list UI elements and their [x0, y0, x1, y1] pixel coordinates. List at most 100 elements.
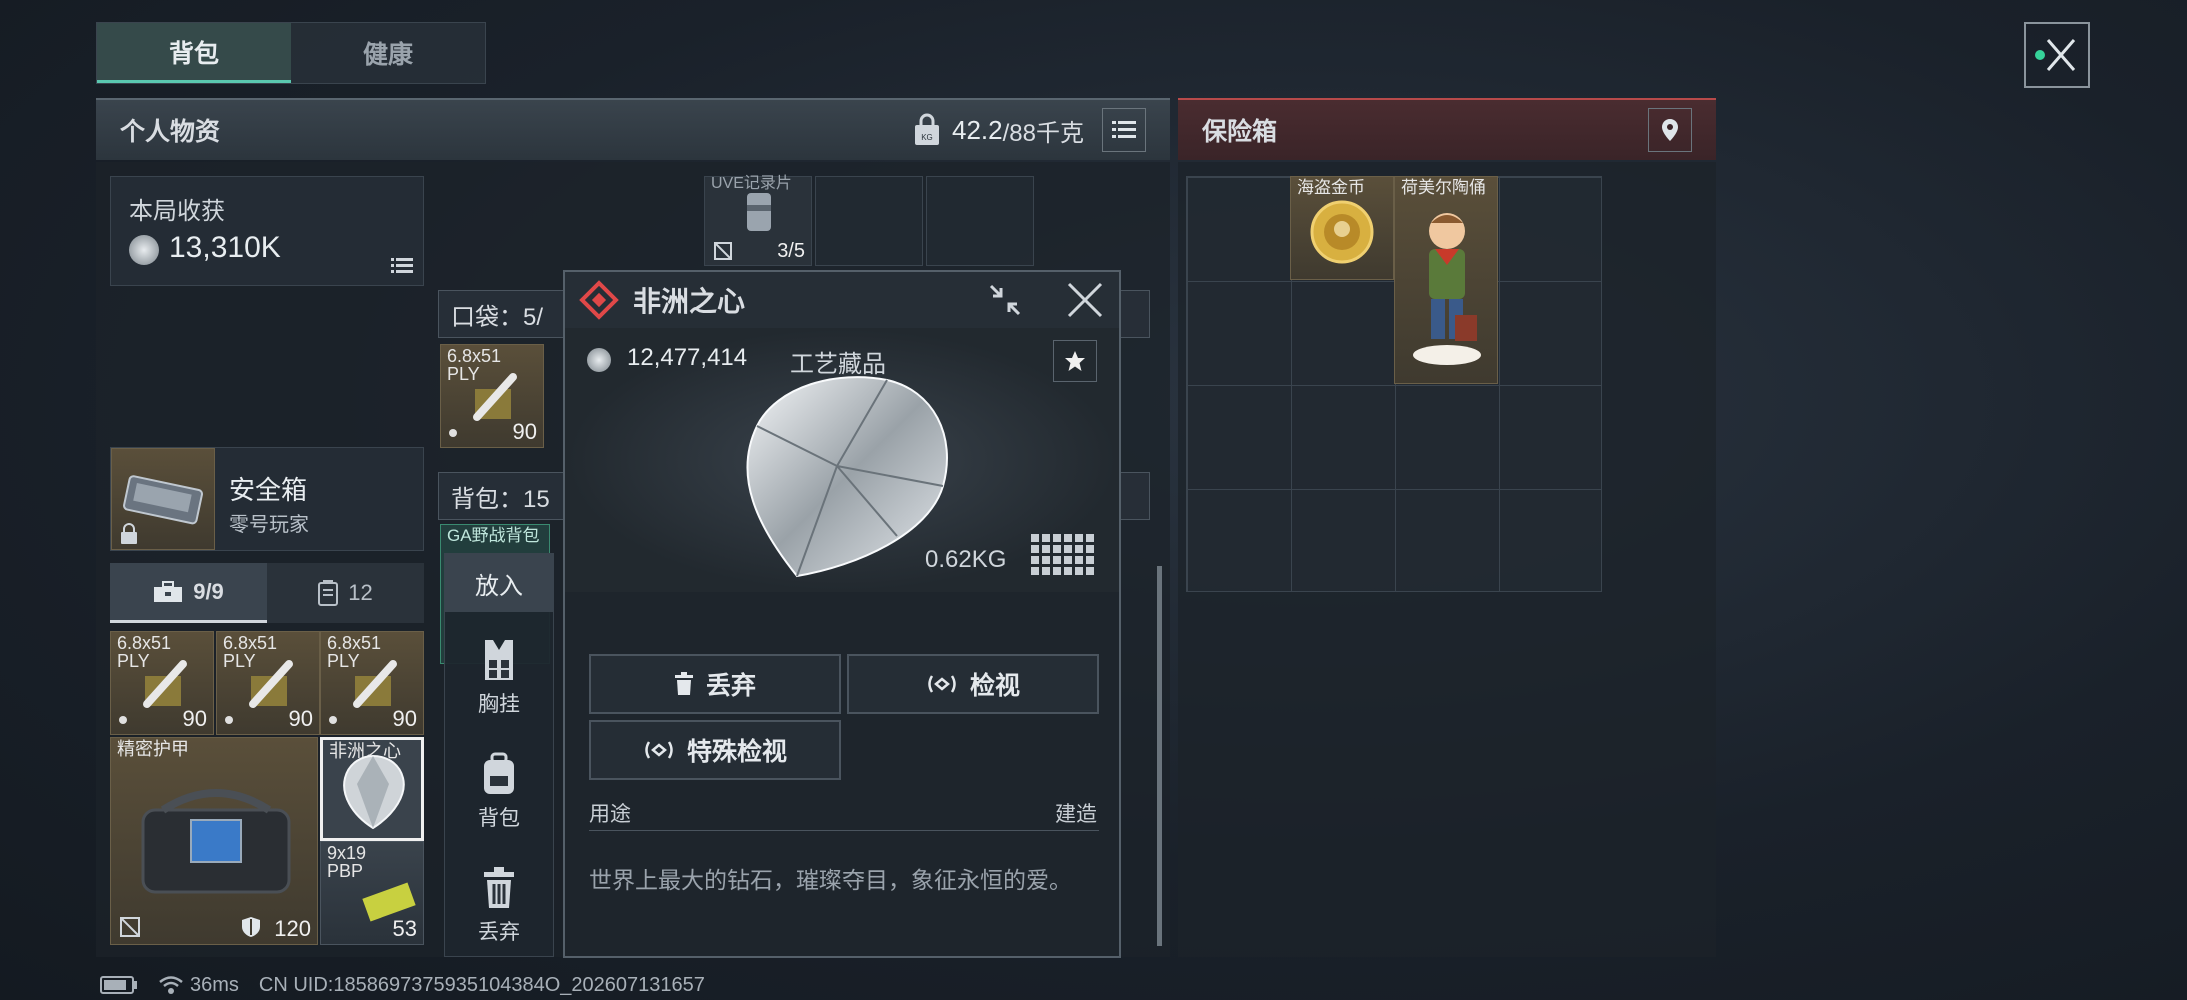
- usage-label: 用途: [589, 803, 631, 826]
- star-icon: [1065, 351, 1085, 371]
- put-in-backpack-button[interactable]: 背包: [445, 752, 553, 832]
- grid-item-ammo-1[interactable]: 6.8x51 PLY 90: [110, 631, 214, 735]
- discard-button[interactable]: 丢弃: [445, 866, 553, 946]
- armor-label: 精密护甲: [117, 739, 189, 759]
- favorite-button[interactable]: [1053, 340, 1097, 382]
- put-in-header: 放入: [445, 554, 553, 612]
- status-bar: 36ms CN UID:1858697375935104384O_2026071…: [100, 970, 705, 1000]
- trash-icon: [484, 867, 514, 908]
- lock-icon: [121, 523, 137, 544]
- safe-box-owner: 零号玩家: [229, 514, 309, 536]
- tab-briefcase-label: 9/9: [193, 578, 224, 604]
- briefcase-icon: [154, 580, 183, 602]
- tab-health[interactable]: 健康: [291, 23, 485, 83]
- wifi-icon: [159, 976, 183, 994]
- action-column: 放入 胸挂 背包 丢弃: [444, 553, 554, 957]
- slot-uve[interactable]: UVE记录片 3/5: [704, 175, 812, 266]
- locker-icon: [318, 580, 339, 606]
- location-pin-icon: [1662, 119, 1678, 141]
- tab-backpack[interactable]: 背包: [97, 23, 291, 83]
- grid-item-ammo-2[interactable]: 6.8x51 PLY 90: [216, 631, 320, 735]
- safe-item-hummel-figurine[interactable]: 荷美尔陶俑: [1394, 176, 1498, 384]
- special-inspect-icon: [645, 741, 673, 759]
- close-button[interactable]: [2024, 22, 2090, 88]
- usage-value: 建造: [1055, 803, 1097, 826]
- popup-title: 非洲之心: [633, 286, 746, 317]
- armor-durability: 120: [274, 916, 311, 941]
- popup-discard-button[interactable]: 丢弃: [589, 654, 841, 714]
- harvest-list-icon[interactable]: [391, 257, 413, 280]
- backpack-label: 背包：15: [451, 485, 550, 513]
- personal-supplies-header: 个人物资 KG 42.2/88千克: [96, 98, 1170, 160]
- weight-current: 42.2: [952, 114, 1003, 145]
- vest-icon: [485, 640, 513, 680]
- gold-coin-image: [1310, 200, 1374, 264]
- coin-icon: [587, 348, 611, 372]
- safe-item-pirate-coin[interactable]: 海盗金币: [1290, 176, 1394, 280]
- item-detail-popup: 非洲之心 12,477,414 工艺藏品 0.62KG 丢弃 检视 特殊检视 用…: [563, 270, 1121, 958]
- heart-of-africa-diamond: [746, 376, 948, 578]
- safe-header: 保险箱: [1178, 98, 1716, 160]
- safe-box-name: 安全箱: [229, 475, 308, 505]
- safe-box-card[interactable]: 安全箱 零号玩家: [110, 447, 424, 551]
- safe-locate-button[interactable]: [1648, 108, 1692, 152]
- canister-icon: [747, 193, 771, 231]
- item-description: 世界上最大的钻石，璀璨夺目，象征永恒的爱。: [589, 867, 1072, 893]
- popup-price: 12,477,414: [627, 344, 748, 371]
- trash-icon: [674, 672, 693, 695]
- figurine-image: [1413, 213, 1481, 365]
- harvest-label: 本局收获: [129, 198, 225, 225]
- ammo-icon: [249, 660, 293, 708]
- svg-text:KG: KG: [921, 133, 933, 142]
- minimize-icon[interactable]: [985, 280, 1025, 320]
- loadout-tabs: 9/9 12: [110, 563, 424, 623]
- ammo-icon: [353, 660, 397, 708]
- popup-special-inspect-button[interactable]: 特殊检视: [589, 720, 841, 780]
- close-icon[interactable]: [1065, 280, 1105, 320]
- inspect-icon: [928, 675, 956, 693]
- tab-locker[interactable]: 12: [267, 563, 424, 623]
- slot-empty-2[interactable]: [926, 176, 1034, 266]
- coin-icon: [129, 235, 159, 265]
- grid-item-9x19[interactable]: 9x19 PBP 53: [320, 841, 424, 945]
- top-tabs: 背包 健康: [96, 22, 486, 84]
- weight-max: /88千克: [1002, 119, 1084, 147]
- ammo-icon: [473, 373, 517, 421]
- grid-item-ammo-3[interactable]: 6.8x51 PLY 90: [320, 631, 424, 735]
- battery-icon: [100, 976, 137, 994]
- pocket-item-ammo[interactable]: 6.8x51 PLY 90: [440, 344, 544, 448]
- weight-indicator: KG 42.2/88千克: [912, 108, 1146, 152]
- uid-text: CN UID:1858697375935104384O_202607131657: [258, 973, 705, 996]
- safe-title: 保险箱: [1202, 118, 1278, 146]
- no-insure-icon: [120, 917, 140, 937]
- grid-item-heart-of-africa[interactable]: 非洲之心: [320, 737, 424, 841]
- ping-value: 36ms: [190, 973, 239, 996]
- ammo-icon: [143, 660, 187, 708]
- grid-item-armor[interactable]: 精密护甲 120: [110, 737, 318, 945]
- slot-empty-1[interactable]: [815, 176, 923, 266]
- pocket-label: 口袋：5/: [451, 303, 544, 331]
- list-icon: [1112, 121, 1136, 138]
- popup-header: 非洲之心: [565, 272, 1119, 328]
- usage-divider: [589, 830, 1099, 831]
- shield-icon: [242, 917, 260, 937]
- harvest-value: 13,310K: [169, 231, 281, 264]
- weight-icon: KG: [915, 113, 940, 145]
- safe-box-thumbnail: [111, 448, 215, 550]
- scrollbar[interactable]: [1157, 566, 1162, 946]
- popup-image-area: 12,477,414 工艺藏品 0.62KG: [565, 328, 1119, 592]
- backpack-icon: [484, 752, 514, 794]
- personal-title: 个人物资: [120, 118, 221, 146]
- tab-locker-label: 12: [348, 580, 373, 605]
- tab-briefcase[interactable]: 9/9: [110, 563, 267, 623]
- armor-image: [141, 789, 291, 894]
- put-in-vest-button[interactable]: 胸挂: [445, 638, 553, 718]
- close-icon: [2035, 39, 2076, 71]
- popup-inspect-button[interactable]: 检视: [847, 654, 1099, 714]
- no-insure-icon: [714, 242, 732, 260]
- harvest-card: 本局收获 13,310K: [110, 176, 424, 286]
- diamond-image: [343, 754, 405, 830]
- grid-size-icon: [1031, 534, 1094, 575]
- list-view-button[interactable]: [1102, 108, 1146, 152]
- rarity-icon: [579, 280, 619, 320]
